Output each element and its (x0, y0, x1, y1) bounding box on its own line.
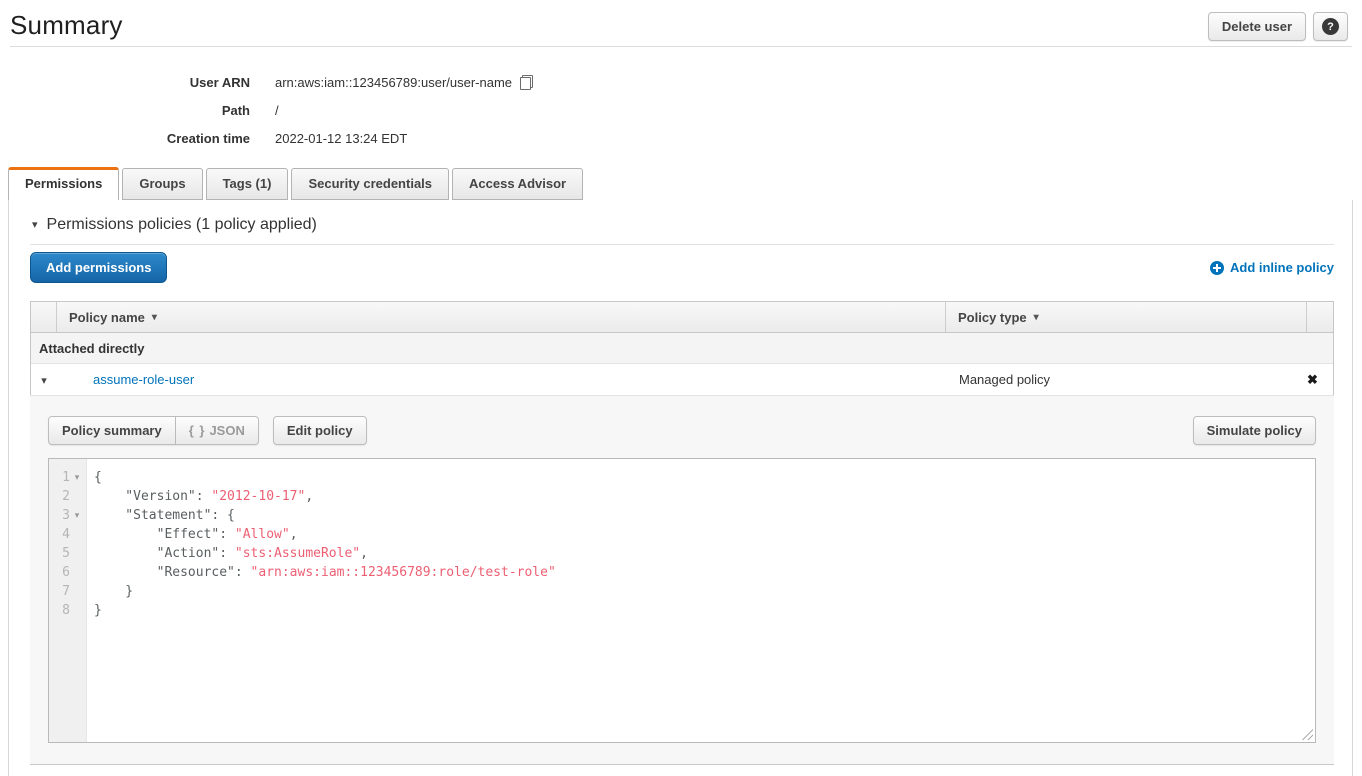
user-arn-label: User ARN (0, 75, 250, 90)
summary-json-toggle: Policy summary { } JSON (48, 416, 259, 445)
permissions-policies-section-toggle[interactable]: ▾ Permissions policies (1 policy applied… (30, 200, 1334, 244)
table-header-row: Policy name ▾ Policy type ▾ (31, 302, 1333, 333)
section-divider (30, 244, 1334, 245)
code-line: "Resource": "arn:aws:iam::123456789:role… (94, 563, 1315, 582)
page-title: Summary (10, 10, 1348, 41)
fold-caret-icon[interactable]: ▾ (70, 468, 84, 487)
creation-time-value: 2022-01-12 13:24 EDT (275, 131, 407, 146)
header-actions: Delete user ? (1208, 12, 1348, 41)
policy-actions-row: Add permissions Add inline policy (30, 252, 1334, 283)
tab-groups[interactable]: Groups (122, 168, 202, 200)
iam-user-summary-page: Summary Delete user ? User ARN arn:aws:i… (0, 0, 1362, 766)
gutter-line: 6 (49, 563, 86, 582)
sort-caret-icon: ▾ (152, 312, 157, 323)
help-button[interactable]: ? (1313, 12, 1348, 41)
policies-table: Policy name ▾ Policy type ▾ Attached dir… (30, 301, 1334, 395)
policy-type-cell: Managed policy (946, 372, 1307, 387)
fold-spacer (70, 601, 84, 620)
tab-security-credentials[interactable]: Security credentials (291, 168, 449, 200)
fold-caret-icon[interactable]: ▾ (70, 506, 84, 525)
tab-permissions[interactable]: Permissions (8, 167, 119, 200)
line-number: 8 (49, 601, 70, 620)
column-header-policy-name[interactable]: Policy name ▾ (57, 302, 946, 332)
code-line: "Action": "sts:AssumeRole", (94, 544, 1315, 563)
code-line: } (94, 601, 1315, 620)
page-header: Summary Delete user ? (0, 0, 1362, 46)
line-number: 2 (49, 487, 70, 506)
line-number: 3 (49, 506, 70, 525)
user-arn-value: arn:aws:iam::123456789:user/user-name (275, 75, 512, 90)
fold-spacer (70, 525, 84, 544)
policy-summary-button[interactable]: Policy summary (48, 416, 176, 445)
column-header-policy-type[interactable]: Policy type ▾ (946, 302, 1307, 332)
line-number: 1 (49, 468, 70, 487)
row-expand-caret[interactable]: ▾ (31, 372, 57, 387)
code-line: "Effect": "Allow", (94, 525, 1315, 544)
header-caret-column (31, 302, 57, 332)
line-number: 7 (49, 582, 70, 601)
tab-bar: Permissions Groups Tags (1) Security cre… (8, 167, 1353, 200)
gutter-line: 2 (49, 487, 86, 506)
editor-line-number-gutter: 1▾23▾45678 (49, 459, 87, 742)
json-policy-editor[interactable]: 1▾23▾45678 { "Version": "2012-10-17", "S… (48, 458, 1316, 743)
fold-spacer (70, 544, 84, 563)
policy-detail-buttons: Policy summary { } JSON Edit policy Simu… (48, 416, 1316, 445)
policy-row-assume-role-user: ▾ assume-role-user Managed policy ✖ (31, 364, 1333, 395)
caret-down-icon: ▾ (41, 375, 47, 387)
creation-time-label: Creation time (0, 131, 250, 146)
detail-row-creation-time: Creation time 2022-01-12 13:24 EDT (0, 124, 1362, 152)
detach-policy-icon[interactable]: ✖ (1307, 372, 1318, 387)
simulate-policy-button[interactable]: Simulate policy (1193, 416, 1316, 445)
path-value: / (275, 103, 279, 118)
caret-down-icon: ▾ (32, 220, 38, 231)
gutter-line: 7 (49, 582, 86, 601)
json-view-button[interactable]: { } JSON (176, 416, 259, 445)
path-label: Path (0, 103, 250, 118)
user-details: User ARN arn:aws:iam::123456789:user/use… (0, 47, 1362, 152)
group-row-attached-directly: Attached directly (31, 333, 1333, 364)
fold-spacer (70, 563, 84, 582)
question-icon: ? (1322, 18, 1339, 35)
detail-row-user-arn: User ARN arn:aws:iam::123456789:user/use… (0, 68, 1362, 96)
policy-name-link[interactable]: assume-role-user (93, 372, 194, 387)
plus-circle-icon (1210, 261, 1224, 275)
detail-row-path: Path / (0, 96, 1362, 124)
line-number: 5 (49, 544, 70, 563)
code-line: "Version": "2012-10-17", (94, 487, 1315, 506)
gutter-line: 4 (49, 525, 86, 544)
gutter-line[interactable]: 3▾ (49, 506, 86, 525)
delete-user-button[interactable]: Delete user (1208, 12, 1306, 41)
permissions-policies-title: Permissions policies (1 policy applied) (47, 216, 317, 234)
tab-tags[interactable]: Tags (1) (206, 168, 289, 200)
fold-spacer (70, 582, 84, 601)
gutter-line: 8 (49, 601, 86, 620)
sort-caret-icon: ▾ (1034, 312, 1039, 323)
line-number: 4 (49, 525, 70, 544)
braces-icon: { } (189, 423, 206, 438)
add-permissions-button[interactable]: Add permissions (30, 252, 167, 283)
gutter-line[interactable]: 1▾ (49, 468, 86, 487)
code-line: "Statement": { (94, 506, 1315, 525)
code-line: { (94, 468, 1315, 487)
tab-access-advisor[interactable]: Access Advisor (452, 168, 583, 200)
code-line: } (94, 582, 1315, 601)
fold-spacer (70, 487, 84, 506)
editor-code-content[interactable]: { "Version": "2012-10-17", "Statement": … (87, 459, 1315, 742)
copy-icon[interactable] (520, 75, 533, 90)
policy-detail-expanded-area: Policy summary { } JSON Edit policy Simu… (30, 395, 1334, 765)
line-number: 6 (49, 563, 70, 582)
gutter-line: 5 (49, 544, 86, 563)
header-actions-column (1307, 302, 1333, 332)
add-inline-policy-link[interactable]: Add inline policy (1210, 260, 1334, 275)
permissions-tab-panel: ▾ Permissions policies (1 policy applied… (8, 200, 1353, 776)
edit-policy-button[interactable]: Edit policy (273, 416, 367, 445)
